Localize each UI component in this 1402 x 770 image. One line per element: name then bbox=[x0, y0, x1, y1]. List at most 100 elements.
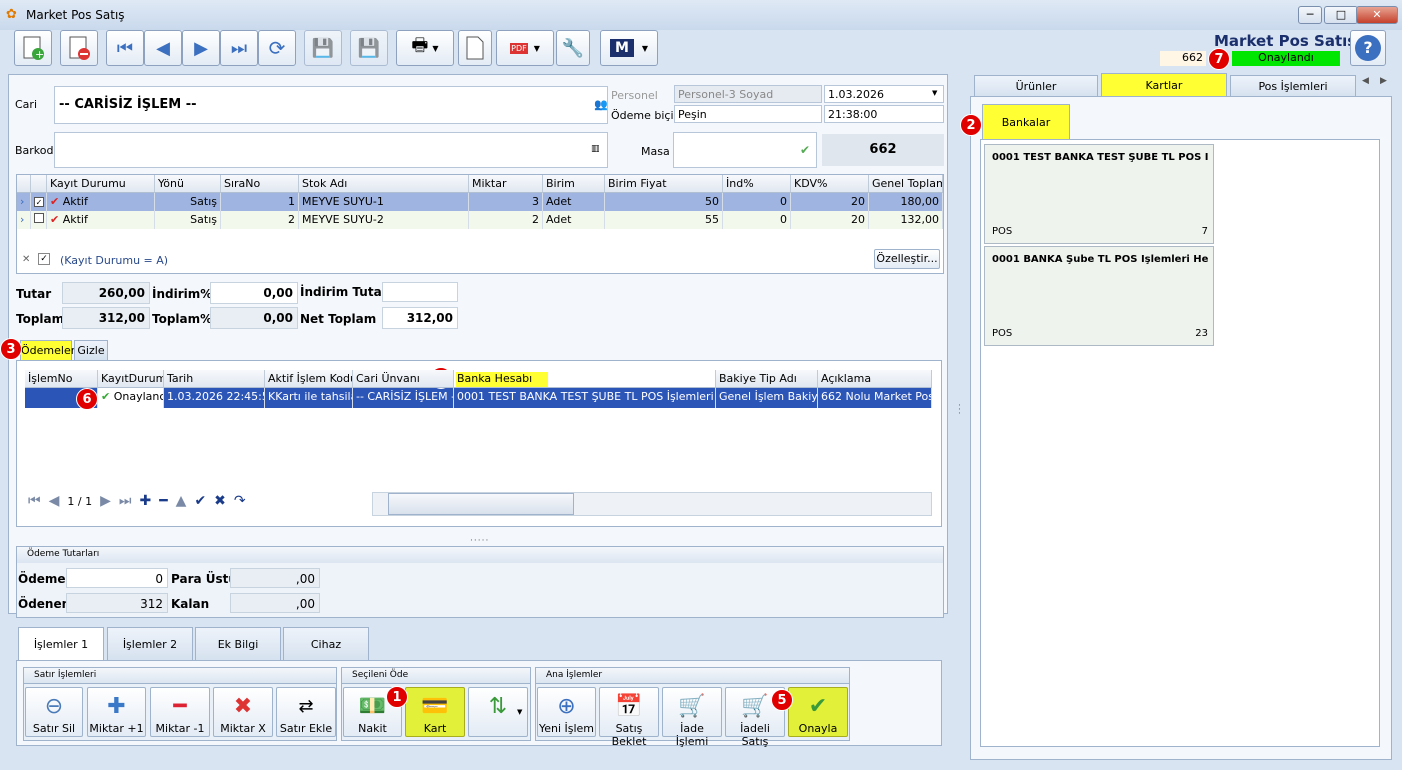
remove-icon[interactable]: ━ bbox=[159, 493, 167, 509]
tab-pos-islemleri[interactable]: Pos İşlemleri bbox=[1230, 75, 1356, 97]
grid-header-cell[interactable]: Stok Adı bbox=[299, 175, 469, 193]
grid-header-cell[interactable]: Banka Hesabı bbox=[454, 370, 716, 388]
people-icon[interactable]: 👥 bbox=[594, 98, 608, 111]
cari-field[interactable]: -- CARİSİZ İŞLEM -- bbox=[54, 86, 608, 124]
first-page-icon[interactable]: ⏮ bbox=[28, 493, 41, 509]
last-record-button[interactable]: ⏭ bbox=[220, 30, 258, 66]
minimize-button[interactable]: ─ bbox=[1298, 6, 1322, 24]
clear-filter-icon[interactable]: ✕ bbox=[22, 254, 30, 265]
miktar-minus-button[interactable]: ━ Miktar -1 bbox=[150, 687, 210, 737]
row-checkbox[interactable] bbox=[31, 211, 47, 229]
save-button[interactable]: 💾 bbox=[304, 30, 342, 66]
return-cart-icon: 🛒 bbox=[678, 694, 706, 719]
grid-header-cell[interactable]: KayıtDurumu bbox=[98, 370, 164, 388]
time-field[interactable]: 21:38:00 bbox=[824, 105, 944, 123]
yeni-islem-button[interactable]: ⊕ Yeni İşlem bbox=[537, 687, 596, 737]
tab-cihaz[interactable]: Cihaz bbox=[283, 627, 369, 661]
tab-islemler-1[interactable]: İşlemler 1 bbox=[18, 627, 104, 661]
grid-header-cell[interactable]: Birim bbox=[543, 175, 605, 193]
document-button[interactable] bbox=[458, 30, 492, 66]
indirim-input[interactable]: 0,00 bbox=[210, 282, 298, 304]
iade-islemi-button[interactable]: 🛒 İade İşlemi bbox=[662, 687, 722, 748]
pdf-export-button[interactable]: PDF ▼ bbox=[496, 30, 554, 66]
grid-header-cell[interactable]: Yönü bbox=[155, 175, 221, 193]
satir-sil-button[interactable]: ⊖ Satır Sil bbox=[25, 687, 83, 737]
grid-header-cell[interactable]: SıraNo bbox=[221, 175, 299, 193]
satir-ekle-button[interactable]: ⇄ Satır Ekle bbox=[276, 687, 336, 737]
grid-header-cell[interactable]: Bakiye Tip Adı bbox=[716, 370, 818, 388]
confirm-icon[interactable]: ✔ bbox=[194, 493, 206, 509]
odeme-bicimi-field[interactable]: Peşin bbox=[674, 105, 822, 123]
grid-header-cell[interactable]: Miktar bbox=[469, 175, 543, 193]
up-icon[interactable]: ▲ bbox=[176, 493, 187, 509]
help-icon: ? bbox=[1355, 35, 1381, 61]
cart-icon: 🛒 bbox=[741, 694, 769, 719]
table-row[interactable]: › ✓ ✔ Aktif Satış 1 MEYVE SUYU-1 3 Adet 50 0 20 180… bbox=[17, 193, 943, 211]
add-icon[interactable]: ✚ bbox=[139, 493, 151, 509]
odeme-input[interactable]: 0 bbox=[66, 568, 168, 588]
filter-checkbox[interactable]: ✓ bbox=[38, 253, 50, 265]
date-field[interactable]: 1.03.2026 bbox=[824, 85, 944, 103]
delete-doc-button[interactable] bbox=[60, 30, 98, 66]
scroll-left-icon[interactable]: ◀ bbox=[1362, 76, 1369, 86]
close-button[interactable]: ✕ bbox=[1356, 6, 1398, 24]
barkod-input[interactable] bbox=[54, 132, 608, 168]
annotation-badge-3: 3 bbox=[0, 338, 22, 360]
splitter-horizontal[interactable]: ····· bbox=[470, 536, 489, 546]
maximize-button[interactable]: □ bbox=[1324, 6, 1358, 24]
dropdown-arrow-icon[interactable]: ▼ bbox=[932, 89, 937, 97]
scrollbar-thumb[interactable] bbox=[388, 493, 574, 515]
grid-header-cell[interactable]: Genel Toplam bbox=[869, 175, 943, 193]
next-record-button[interactable]: ▶ bbox=[182, 30, 220, 66]
help-button[interactable]: ? bbox=[1350, 30, 1386, 66]
refresh-button[interactable]: ⟳ bbox=[258, 30, 296, 66]
last-icon: ⏭ bbox=[230, 37, 248, 59]
grid-header-cell[interactable]: KDV% bbox=[791, 175, 869, 193]
dropdown-arrow-icon[interactable]: ▼ bbox=[517, 708, 522, 716]
save-close-button[interactable]: 💾 bbox=[350, 30, 388, 66]
miktar-x-button[interactable]: ✖ Miktar X bbox=[213, 687, 273, 737]
prev-record-button[interactable]: ◀ bbox=[144, 30, 182, 66]
tab-kartlar[interactable]: Kartlar bbox=[1101, 73, 1227, 97]
m-button[interactable]: M ▼ bbox=[600, 30, 658, 66]
grid-header-cell[interactable]: Cari Ünvanı bbox=[353, 370, 454, 388]
splitter-vertical[interactable]: · · · bbox=[958, 402, 961, 419]
next-page-icon[interactable]: ▶ bbox=[100, 493, 111, 509]
cancel-icon[interactable]: ✖ bbox=[214, 493, 226, 509]
tab-odemeler[interactable]: Ödemeler bbox=[20, 340, 75, 360]
redo-icon[interactable]: ↷ bbox=[234, 493, 246, 509]
toplam-pct-label: Toplam% bbox=[152, 312, 213, 326]
print-button[interactable]: 🖶 ▼ bbox=[396, 30, 454, 66]
tab-urunler[interactable]: Ürünler bbox=[974, 75, 1098, 97]
new-doc-button[interactable]: + bbox=[14, 30, 52, 66]
table-row[interactable]: › ✔ Aktif Satış 2 MEYVE SUYU-2 2 Adet 55 0 20 132,… bbox=[17, 211, 943, 229]
indirim-tutar-input[interactable] bbox=[382, 282, 458, 302]
prev-page-icon[interactable]: ◀ bbox=[49, 493, 60, 509]
tab-gizle[interactable]: Gizle bbox=[74, 340, 108, 360]
grid-header-cell[interactable]: Kayıt Durumu bbox=[47, 175, 155, 193]
tab-bankalar[interactable]: Bankalar bbox=[982, 104, 1070, 140]
settings-button[interactable]: 🔧 bbox=[556, 30, 590, 66]
check-icon[interactable]: ✔ bbox=[800, 143, 810, 157]
grid-header-cell[interactable]: Birim Fiyat bbox=[605, 175, 723, 193]
scroll-right-icon[interactable]: ▶ bbox=[1380, 76, 1387, 86]
miktar-plus-button[interactable]: ✚ Miktar +1 bbox=[87, 687, 146, 737]
satis-beklet-button[interactable]: 📅 Satış Beklet bbox=[599, 687, 659, 748]
row-checkbox[interactable]: ✓ bbox=[31, 193, 47, 211]
tab-ek-bilgi[interactable]: Ek Bilgi bbox=[195, 627, 281, 661]
grid-header-cell[interactable]: Açıklama bbox=[818, 370, 932, 388]
last-page-icon[interactable]: ⏭ bbox=[119, 493, 132, 509]
bank-card-2-count: 23 bbox=[1195, 328, 1208, 339]
kart-button[interactable]: 💳 Kart bbox=[405, 687, 465, 737]
customize-button[interactable]: Özelleştir... bbox=[874, 249, 940, 269]
first-record-button[interactable]: ⏮ bbox=[106, 30, 144, 66]
grid-header-cell[interactable]: İşlemNo bbox=[25, 370, 98, 388]
grid-header-cell[interactable]: Aktif İşlem Kodu bbox=[265, 370, 353, 388]
masa-input[interactable] bbox=[673, 132, 817, 168]
grid-header-cell[interactable]: Tarih bbox=[164, 370, 265, 388]
onayla-button[interactable]: ✔ Onayla bbox=[788, 687, 848, 737]
personel-field[interactable]: Personel-3 Soyad bbox=[674, 85, 822, 103]
grid-header-cell[interactable]: İnd% bbox=[723, 175, 791, 193]
payments-row[interactable]: ✔ Onaylanc 1.03.2026 22:45:52 KKartı ile… bbox=[25, 388, 932, 408]
tab-islemler-2[interactable]: İşlemler 2 bbox=[107, 627, 193, 661]
